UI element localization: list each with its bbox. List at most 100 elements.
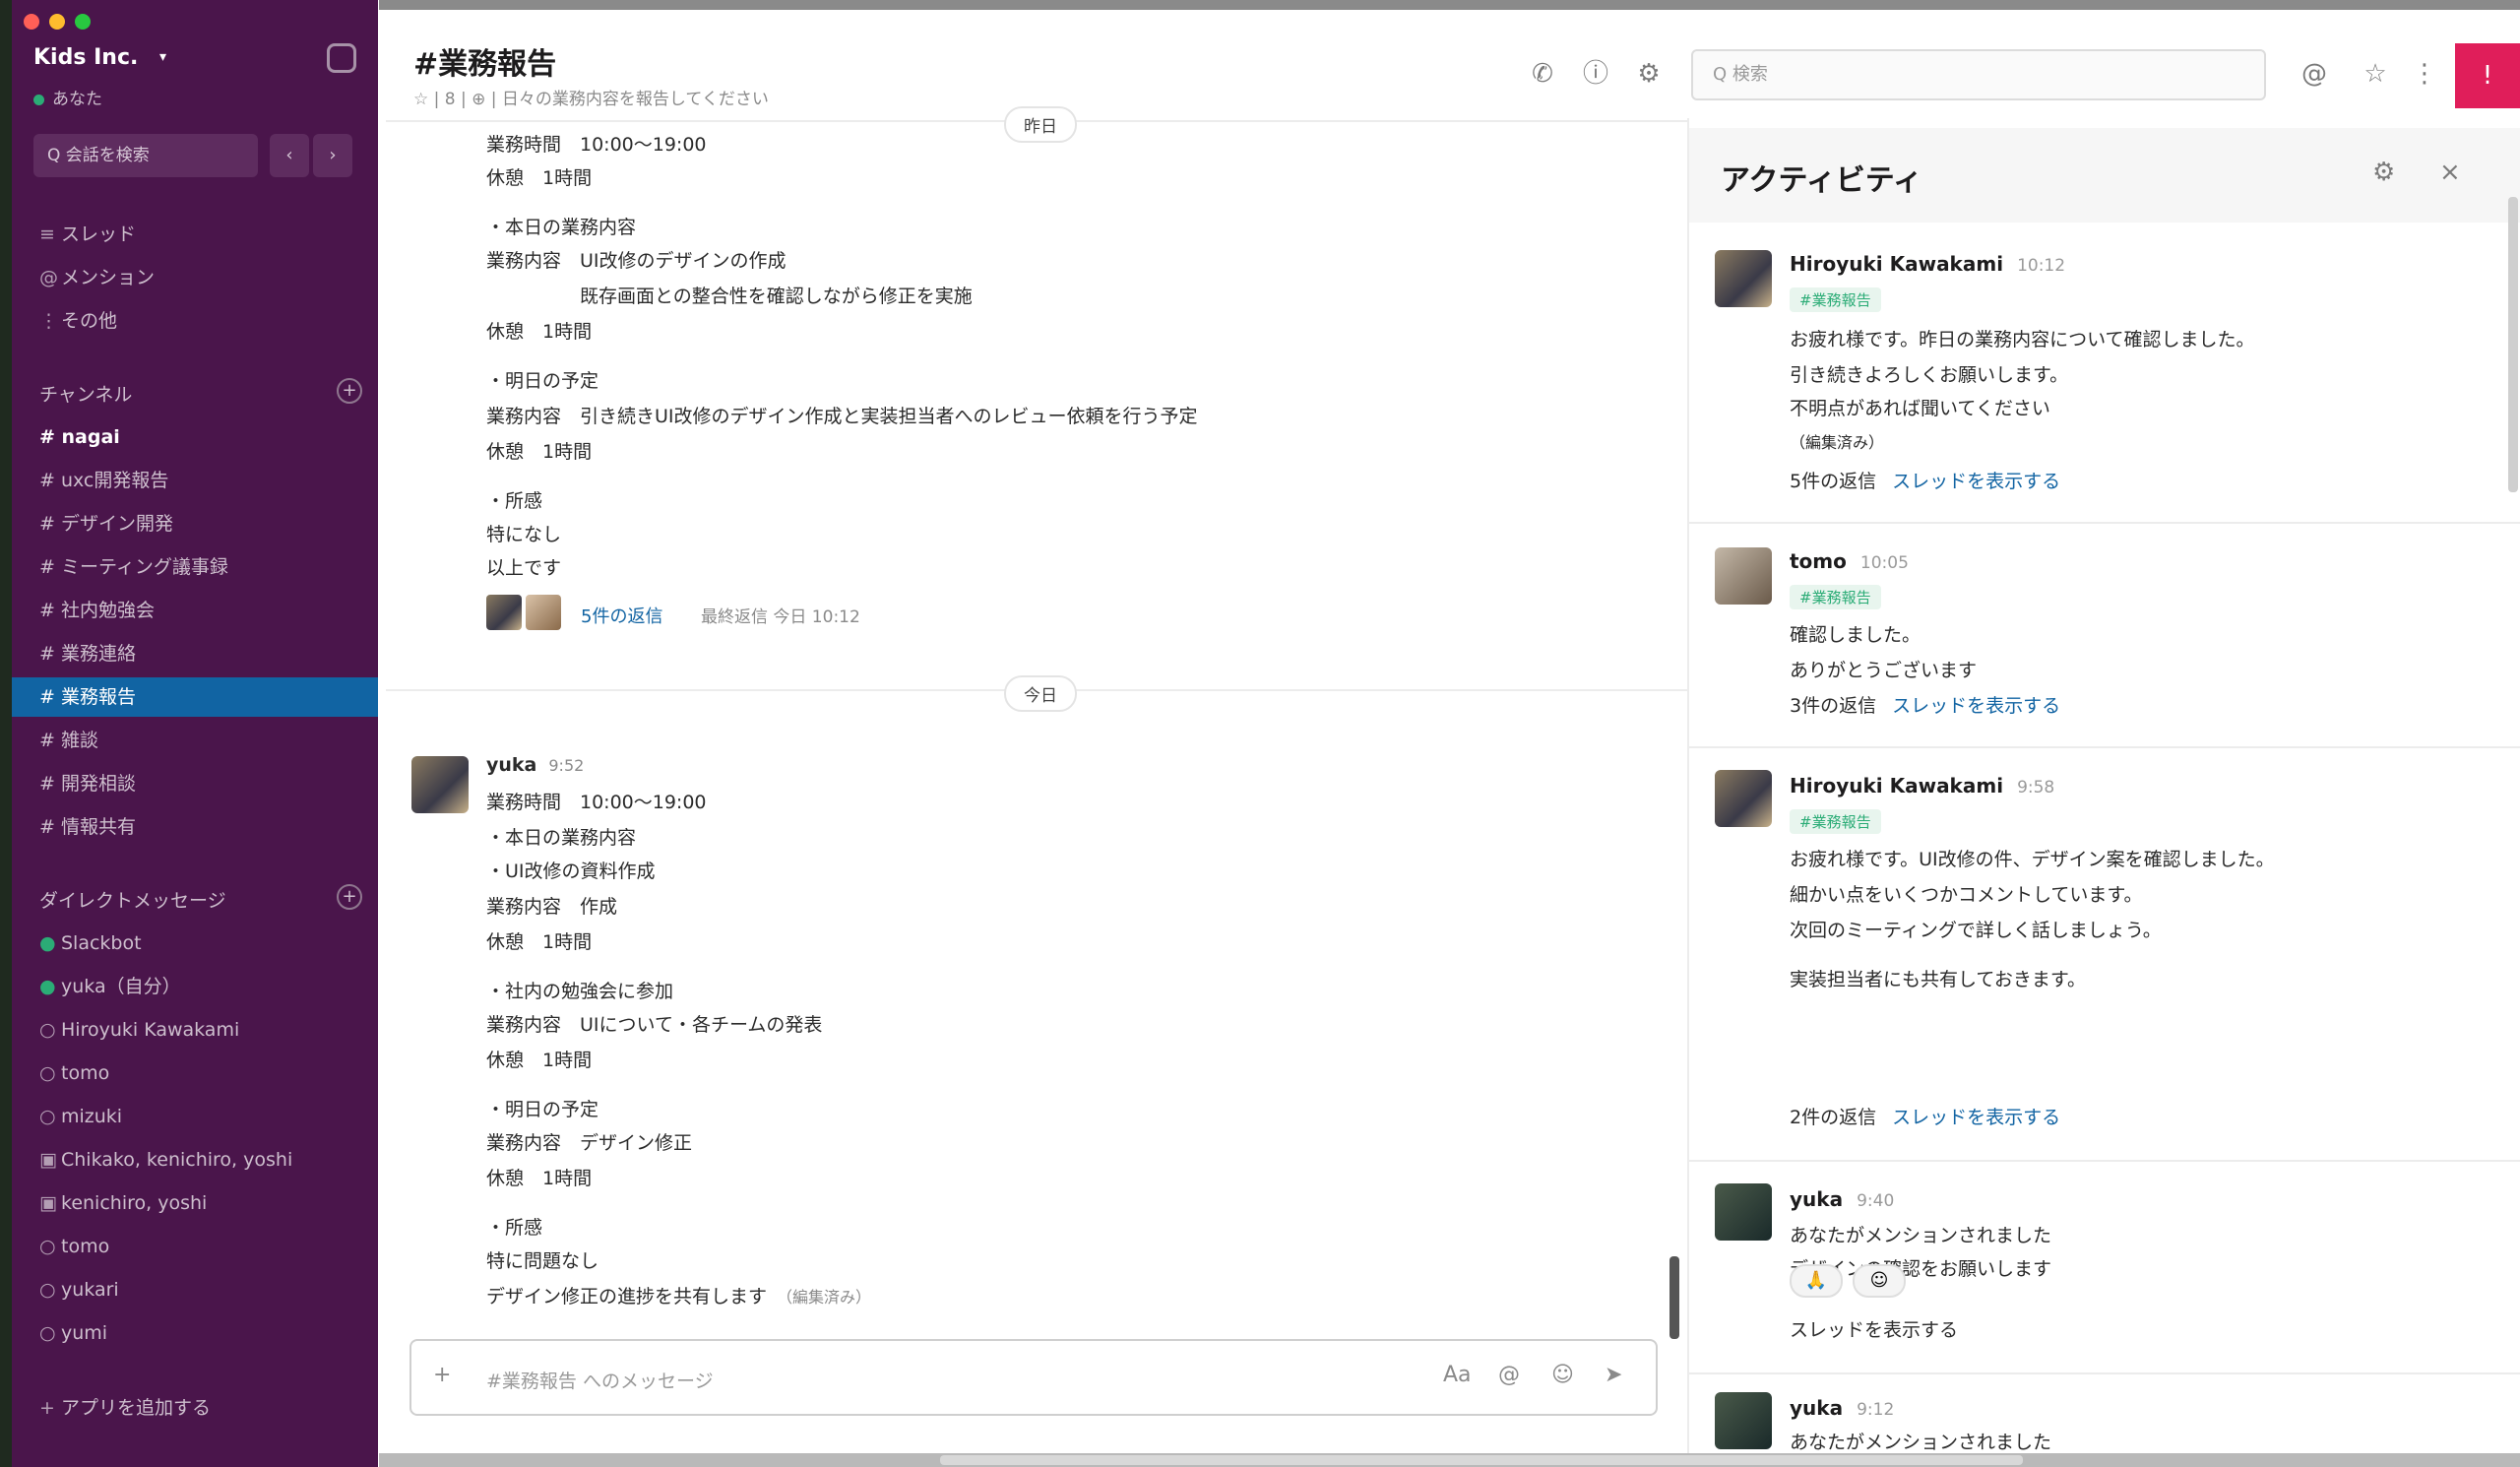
avatar[interactable] (1715, 1392, 1772, 1449)
avatar[interactable] (526, 595, 561, 630)
close-window-button[interactable] (24, 14, 39, 30)
view-thread-link[interactable]: スレッドを表示する (1892, 695, 2060, 717)
activity-author[interactable]: Hiroyuki Kawakami 10:12 (1790, 252, 2065, 276)
close-icon[interactable]: × (2439, 158, 2461, 187)
dm-section-header[interactable]: ダイレクトメッセージ (39, 886, 226, 913)
forward-arrow-icon[interactable]: › (313, 134, 352, 177)
date-divider-label[interactable]: 今日 (1004, 675, 1077, 712)
notification-icon[interactable]: ! (2455, 43, 2520, 108)
zoom-window-button[interactable] (75, 14, 91, 30)
add-reaction-button[interactable]: ☺ (1853, 1264, 1906, 1298)
sidebar-item-dm[interactable]: ● Slackbot (12, 924, 378, 963)
phone-icon[interactable]: ✆ (1526, 57, 1559, 91)
activity-author[interactable]: Hiroyuki Kawakami 9:58 (1790, 774, 2054, 797)
search-input[interactable]: Q 検索 (1691, 49, 2266, 100)
current-user-name: あなた (52, 90, 102, 109)
sidebar-item-channel[interactable]: # nagai (12, 417, 378, 457)
mention-icon[interactable]: @ (1498, 1363, 1520, 1387)
sidebar-item-channel[interactable]: # 業務連絡 (12, 634, 378, 673)
chevron-down-icon[interactable]: ▾ (159, 49, 166, 65)
reply-count: 2件の返信 (1790, 1107, 1877, 1128)
workspace-name[interactable]: Kids Inc. (33, 45, 138, 70)
sidebar-item-mentions[interactable]: @ メンション (12, 258, 378, 297)
format-icon[interactable]: Aa (1443, 1363, 1472, 1387)
channel-badge[interactable]: #業務報告 (1790, 585, 1881, 609)
settings-icon[interactable]: ⚙ (1632, 57, 1666, 91)
info-icon[interactable]: ⓘ (1579, 57, 1612, 91)
edited-label: （編集済み） (777, 1288, 872, 1307)
channels-section-header[interactable]: チャンネル (39, 380, 132, 407)
author-name[interactable]: yuka (486, 754, 536, 776)
channel-topic[interactable]: ☆ | 8 | ⊕ | 日々の業務内容を報告してください (413, 85, 769, 109)
avatar[interactable] (486, 595, 522, 630)
sidebar-item-channel[interactable]: # デザイン開発 (12, 504, 378, 543)
sidebar-item-dm[interactable]: ○ Hiroyuki Kawakami (12, 1010, 378, 1050)
minimize-window-button[interactable] (49, 14, 65, 30)
sidebar-item-more[interactable]: ⋮ その他 (12, 301, 378, 341)
back-arrow-icon[interactable]: ‹ (270, 134, 309, 177)
attach-icon[interactable]: + (433, 1363, 451, 1387)
add-dm-button[interactable]: + (337, 884, 362, 910)
sidebar-item-channel[interactable]: # 情報共有 (12, 807, 378, 847)
sidebar-item-channel[interactable]: # 社内勉強会 (12, 591, 378, 630)
view-thread-link[interactable]: スレッドを表示する (1892, 1107, 2060, 1128)
message-author[interactable]: yuka 9:52 (486, 754, 584, 776)
sidebar-item-dm[interactable]: ○ tomo (12, 1053, 378, 1093)
message-line: 業務内容 UIについて・各チームの発表 (486, 1014, 823, 1036)
sidebar-item-label: Hiroyuki Kawakami (61, 1019, 240, 1041)
panel-scrollbar[interactable] (2508, 197, 2518, 492)
sidebar-item-threads[interactable]: ≡ スレッド (12, 215, 378, 254)
view-thread-link[interactable]: スレッドを表示する (1790, 1315, 1958, 1342)
sidebar-item-dm[interactable]: ● yuka（自分） (12, 967, 378, 1006)
sidebar-item-dm[interactable]: ○ yukari (12, 1270, 378, 1309)
author-name[interactable]: yuka (1790, 1187, 1843, 1211)
avatar[interactable] (1715, 547, 1772, 605)
channel-badge[interactable]: #業務報告 (1790, 287, 1881, 312)
sidebar-item-channel-active[interactable]: # 業務報告 (12, 677, 378, 717)
reaction-button[interactable]: 🙏 (1790, 1264, 1843, 1298)
avatar[interactable] (1715, 770, 1772, 827)
message-input[interactable]: #業務報告 へのメッセージ (486, 1367, 714, 1393)
date-divider-label[interactable]: 昨日 (1004, 106, 1077, 143)
add-app-button[interactable]: + アプリを追加する (12, 1388, 378, 1428)
mentions-icon[interactable]: @ (2298, 57, 2331, 91)
activity-author[interactable]: yuka 9:40 (1790, 1187, 1894, 1211)
activity-author[interactable]: yuka 9:12 (1790, 1396, 1894, 1420)
author-name[interactable]: Hiroyuki Kawakami (1790, 252, 2003, 276)
author-name[interactable]: tomo (1790, 549, 1847, 573)
send-icon[interactable]: ➤ (1605, 1363, 1622, 1387)
avatar[interactable] (411, 756, 469, 813)
sidebar-item-dm[interactable]: ▣ Chikako, kenichiro, yoshi (12, 1140, 378, 1180)
message-time[interactable]: 9:52 (548, 756, 584, 775)
author-name[interactable]: Hiroyuki Kawakami (1790, 774, 2003, 797)
emoji-icon[interactable]: ☺ (1551, 1363, 1574, 1387)
group-icon: ▣ (39, 1149, 57, 1171)
avatar[interactable] (1715, 1183, 1772, 1241)
activity-author[interactable]: tomo 10:05 (1790, 549, 1909, 573)
sidebar-item-channel[interactable]: # uxc開発報告 (12, 461, 378, 500)
add-app-label: アプリを追加する (61, 1397, 212, 1419)
more-vertical-icon[interactable]: ⋮ (2408, 57, 2441, 91)
sidebar-item-label: Slackbot (61, 932, 142, 954)
jump-to-search[interactable]: Q 会話を検索 (33, 134, 258, 177)
compose-icon[interactable] (327, 43, 356, 73)
horizontal-scroll-thumb[interactable] (940, 1455, 2023, 1465)
avatar[interactable] (1715, 250, 1772, 307)
channel-badge[interactable]: #業務報告 (1790, 809, 1881, 834)
sidebar-item-channel[interactable]: # ミーティング議事録 (12, 547, 378, 587)
sidebar-item-dm[interactable]: ○ tomo (12, 1227, 378, 1266)
sidebar-item-channel[interactable]: # 雑談 (12, 721, 378, 760)
sidebar-item-dm[interactable]: ○ mizuki (12, 1097, 378, 1136)
sidebar-item-channel[interactable]: # 開発相談 (12, 764, 378, 803)
activity-footer: 3件の返信 スレッドを表示する (1790, 691, 2060, 718)
author-name[interactable]: yuka (1790, 1396, 1843, 1420)
message-line: 休憩 1時間 (486, 931, 593, 953)
settings-icon[interactable]: ⚙ (2372, 158, 2395, 187)
sidebar-item-dm[interactable]: ▣ kenichiro, yoshi (12, 1183, 378, 1223)
view-thread-link[interactable]: スレッドを表示する (1892, 471, 2060, 492)
sidebar-item-dm[interactable]: ○ yumi (12, 1313, 378, 1353)
thread-replies-link[interactable]: 5件の返信 (581, 603, 662, 628)
star-icon[interactable]: ☆ (2359, 57, 2392, 91)
scrollbar[interactable] (1670, 1256, 1679, 1339)
add-channel-button[interactable]: + (337, 378, 362, 404)
